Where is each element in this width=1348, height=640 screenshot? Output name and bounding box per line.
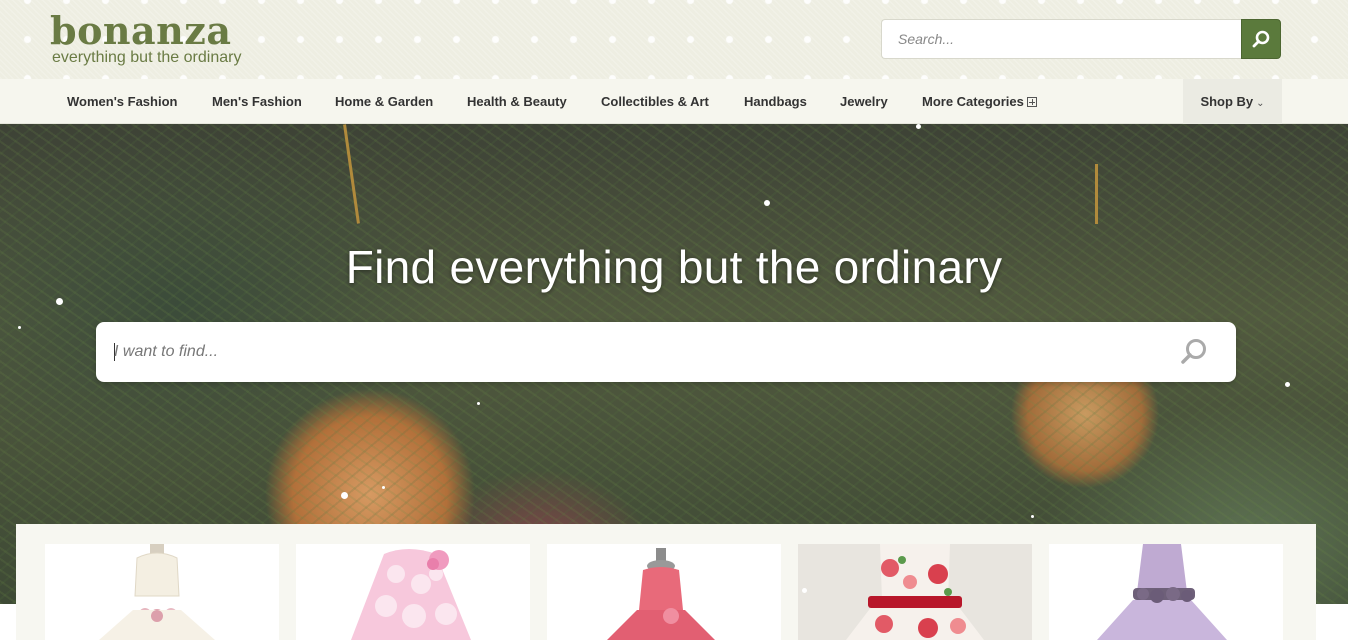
bonanza-logo[interactable]: bonanza everything but the ordinary (50, 12, 260, 68)
snowflake (18, 326, 21, 329)
snowflake (916, 124, 921, 129)
logo-tagline: everything but the ordinary (52, 49, 242, 66)
product-card[interactable] (45, 544, 279, 640)
chevron-down-icon: ⌄ (1256, 98, 1265, 109)
product-image (1097, 544, 1227, 640)
header-search-input[interactable] (881, 19, 1242, 59)
shop-by-dropdown[interactable]: Shop By ⌄ (1183, 79, 1282, 124)
snowflake (56, 298, 63, 305)
more-categories-label: More Categories (922, 94, 1024, 109)
product-card[interactable] (547, 544, 781, 640)
header-search-button[interactable] (1241, 19, 1281, 59)
nav-health-beauty[interactable]: Health & Beauty (467, 79, 567, 124)
product-card[interactable] (1049, 544, 1283, 640)
logo-wordmark: bonanza (50, 8, 232, 53)
product-card[interactable] (296, 544, 530, 640)
nav-womens-fashion[interactable]: Women's Fashion (67, 79, 177, 124)
snowflake (1285, 382, 1290, 387)
snowflake (341, 492, 348, 499)
snowflake (382, 486, 385, 489)
nav-jewelry[interactable]: Jewelry (840, 79, 888, 124)
nav-collectibles-art[interactable]: Collectibles & Art (601, 79, 709, 124)
nav-handbags[interactable]: Handbags (744, 79, 807, 124)
snowflake (1031, 515, 1034, 518)
product-strip (16, 524, 1316, 640)
hero-title: Find everything but the ordinary (345, 241, 1003, 293)
snowflake (477, 402, 480, 405)
search-icon (1252, 30, 1270, 48)
plus-square-icon (1026, 97, 1037, 107)
snowflake (764, 200, 770, 206)
search-icon (1181, 339, 1206, 364)
ornament-string (1095, 164, 1098, 224)
site-header: bonanza everything but the ordinary (0, 0, 1348, 79)
product-card[interactable] (798, 544, 1032, 640)
hero-search (96, 322, 1236, 382)
product-image (607, 548, 715, 640)
category-nav: Women's Fashion Men's Fashion Home & Gar… (0, 79, 1348, 124)
hero-search-input[interactable] (114, 322, 1174, 382)
nav-mens-fashion[interactable]: Men's Fashion (212, 79, 302, 124)
snowflake (802, 588, 807, 593)
nav-more-categories[interactable]: More Categories (922, 79, 1037, 124)
product-image (99, 544, 215, 640)
product-image (846, 544, 984, 640)
nav-home-garden[interactable]: Home & Garden (335, 79, 433, 124)
header-search (881, 19, 1281, 59)
hero-search-button[interactable] (1176, 334, 1212, 370)
shop-by-label: Shop By (1200, 94, 1254, 109)
product-image (351, 549, 471, 640)
